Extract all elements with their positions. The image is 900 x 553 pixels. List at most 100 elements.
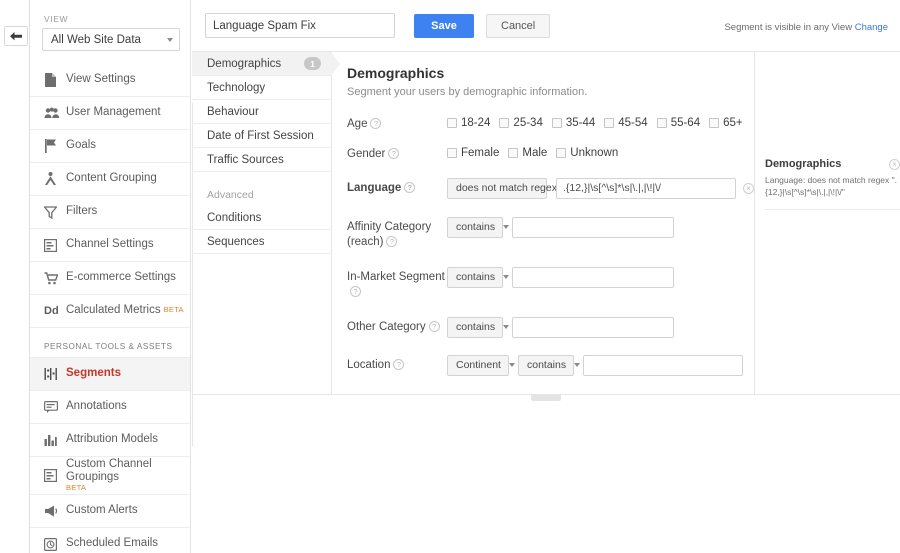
sidebar-item-custom-channel-groupings[interactable]: Custom Channel Groupings BETA	[30, 457, 190, 495]
users-icon	[44, 107, 66, 119]
checkbox-icon[interactable]	[556, 147, 567, 158]
segment-tab-list: Demographics 1 Technology Behaviour Date…	[192, 52, 341, 394]
help-icon[interactable]: ?	[404, 182, 416, 194]
visibility-text: Segment is visible in any View	[724, 22, 853, 33]
affinity-category-row: Affinity Category (reach)? contains	[347, 216, 754, 250]
other-category-value-input[interactable]	[512, 316, 674, 338]
age-option-65-plus[interactable]: 65+	[709, 117, 743, 129]
checkbox-icon[interactable]	[709, 118, 720, 128]
editor-toolbar: Save Cancel Segment is visible in any Vi…	[192, 0, 900, 51]
tab-demographics[interactable]: Demographics 1	[192, 52, 341, 76]
remove-summary-icon[interactable]: ×	[889, 159, 900, 170]
language-value-input[interactable]	[556, 177, 736, 199]
bar-chart-icon	[44, 434, 66, 446]
tab-traffic-sources[interactable]: Traffic Sources	[192, 148, 331, 172]
editor-body: Demographics 1 Technology Behaviour Date…	[192, 51, 900, 446]
sidebar: VIEW All Web Site Data View Settings Use…	[30, 0, 191, 553]
change-visibility-link[interactable]: Change	[855, 22, 888, 33]
beta-badge: BETA	[163, 305, 184, 315]
sidebar-item-goals[interactable]: Goals	[30, 130, 190, 163]
view-selector[interactable]: All Web Site Data	[42, 28, 180, 51]
tabs-spacer	[192, 172, 331, 183]
resize-drag-handle[interactable]	[531, 395, 561, 401]
in-market-operator-select[interactable]: contains	[447, 266, 510, 288]
tab-conditions[interactable]: Conditions	[192, 206, 331, 230]
sidebar-item-annotations[interactable]: Annotations	[30, 391, 190, 424]
help-icon[interactable]: ?	[350, 286, 361, 298]
in-market-segment-row: In-Market Segment? contains	[347, 266, 754, 300]
segment-editor: Save Cancel Segment is visible in any Vi…	[192, 0, 900, 553]
gender-checkbox-group: Female Male Unknown	[447, 144, 627, 159]
checkbox-icon[interactable]	[447, 118, 457, 128]
dimension-value: Continent	[456, 359, 501, 372]
gender-option-female[interactable]: Female	[447, 147, 499, 159]
checkbox-icon[interactable]	[551, 118, 562, 128]
in-market-value-input[interactable]	[512, 266, 674, 288]
checkbox-icon[interactable]	[656, 118, 667, 128]
sidebar-item-channel-settings[interactable]: Channel Settings	[30, 229, 190, 262]
view-selector-value: All Web Site Data	[51, 33, 141, 46]
save-button[interactable]: Save	[414, 13, 474, 38]
sidebar-item-user-management[interactable]: User Management	[30, 97, 190, 130]
in-market-label-text: In-Market Segment	[347, 270, 445, 283]
sidebar-item-attribution-models[interactable]: Attribution Models	[30, 424, 190, 457]
location-label-text: Location	[347, 358, 391, 371]
option-label: 55-64	[670, 117, 701, 129]
tab-label: Demographics	[207, 57, 282, 70]
location-operator-select[interactable]: contains	[518, 354, 581, 376]
operator-value: contains	[456, 221, 496, 234]
affinity-value-input[interactable]	[512, 216, 674, 238]
help-icon[interactable]: ?	[388, 148, 400, 160]
age-option-18-24[interactable]: 18-24	[447, 117, 490, 129]
tab-label: Date of First Session	[207, 129, 314, 142]
annotation-icon	[44, 401, 66, 413]
help-icon[interactable]: ?	[386, 236, 398, 248]
sidebar-nav: View Settings User Management Goals Cont…	[30, 64, 190, 553]
sidebar-item-view-settings[interactable]: View Settings	[30, 64, 190, 97]
sidebar-item-ecommerce-settings[interactable]: E-commerce Settings	[30, 262, 190, 295]
age-option-25-34[interactable]: 25-34	[499, 117, 543, 129]
editor-bottom-bar	[192, 394, 900, 404]
segment-name-input[interactable]	[205, 13, 395, 38]
affinity-label-line1: Affinity Category	[347, 220, 432, 233]
help-icon[interactable]: ?	[393, 359, 405, 370]
other-category-operator-select[interactable]: contains	[447, 316, 510, 338]
other-category-label: Other Category?	[347, 317, 447, 335]
tab-sequences[interactable]: Sequences	[192, 230, 331, 254]
clock-icon	[44, 537, 66, 551]
language-operator-select[interactable]: does not match regex	[447, 177, 571, 199]
checkbox-icon[interactable]	[447, 147, 457, 158]
megaphone-icon	[44, 505, 66, 517]
location-dimension-select[interactable]: Continent	[447, 354, 515, 376]
checkbox-icon[interactable]	[508, 147, 519, 158]
sidebar-item-filters[interactable]: Filters	[30, 196, 190, 229]
back-button[interactable]	[4, 26, 28, 46]
other-category-label-text: Other Category	[347, 320, 426, 333]
age-option-35-44[interactable]: 35-44	[551, 117, 595, 129]
help-icon[interactable]: ?	[428, 321, 440, 332]
sidebar-item-custom-alerts[interactable]: Custom Alerts	[30, 495, 190, 528]
sidebar-item-segments[interactable]: Segments	[30, 358, 190, 391]
sidebar-item-scheduled-emails[interactable]: Scheduled Emails	[30, 528, 190, 553]
remove-filter-icon[interactable]: ×	[743, 182, 754, 194]
location-value-input[interactable]	[583, 354, 743, 376]
gender-option-male[interactable]: Male	[508, 147, 547, 159]
affinity-operator-select[interactable]: contains	[447, 216, 510, 238]
cancel-button[interactable]: Cancel	[486, 13, 551, 38]
sidebar-item-content-grouping[interactable]: Content Grouping	[30, 163, 190, 196]
language-label: Language?	[347, 178, 447, 196]
location-row: Location? Continent contains	[347, 354, 754, 376]
help-icon[interactable]: ?	[370, 118, 382, 130]
dd-icon: Dd	[44, 305, 59, 317]
tab-technology[interactable]: Technology	[192, 76, 331, 100]
checkbox-icon[interactable]	[499, 118, 510, 128]
sidebar-item-calculated-metrics[interactable]: Dd Calculated Metrics BETA	[30, 295, 190, 328]
checkbox-icon[interactable]	[604, 118, 615, 128]
age-option-45-54[interactable]: 45-54	[604, 117, 648, 129]
sidebar-item-label: Scheduled Emails	[66, 537, 159, 550]
tab-date-of-first-session[interactable]: Date of First Session	[192, 124, 331, 148]
gender-option-unknown[interactable]: Unknown	[556, 147, 618, 159]
chevron-down-icon	[503, 325, 510, 330]
tab-behaviour[interactable]: Behaviour	[192, 100, 331, 124]
age-option-55-64[interactable]: 55-64	[656, 117, 701, 129]
